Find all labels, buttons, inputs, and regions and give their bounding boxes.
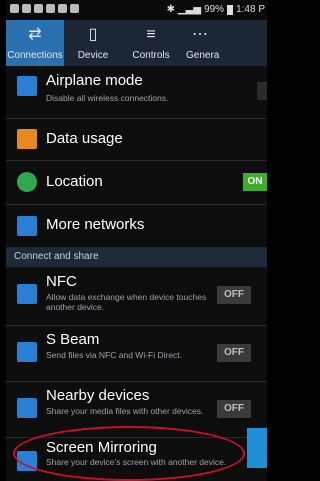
system-icons: ✱ ▁▃▅ 99% 1:48 P [167, 4, 265, 15]
screen-mirroring-icon [17, 451, 37, 471]
more-dots-icon: ⋯ [192, 26, 208, 43]
item-title: Location [46, 173, 103, 190]
tab-label: Connections [7, 50, 63, 61]
nfc-toggle[interactable]: OFF [217, 286, 251, 304]
list-item-location[interactable]: Location ON [6, 160, 267, 205]
item-title: S Beam [46, 331, 100, 348]
list-item-nfc[interactable]: NFC Allow data exchange when device touc… [6, 267, 267, 326]
nfc-icon [17, 284, 37, 304]
item-title: Nearby devices [46, 387, 150, 404]
chat-icon [22, 4, 31, 13]
item-subtitle: Allow data exchange when device touches … [46, 292, 207, 312]
list-item-s-beam[interactable]: S Beam Send files via NFC and Wi-Fi Dire… [6, 325, 267, 382]
tab-controls[interactable]: ≡ Controls [122, 20, 180, 66]
phone-icon: ▯ [88, 26, 98, 43]
notification-icons [10, 4, 79, 13]
item-title: NFC [46, 273, 77, 290]
airplane-icon [17, 76, 37, 96]
list-item-airplane-mode[interactable]: Airplane mode Disable all wireless conne… [6, 66, 267, 119]
item-title: More networks [46, 216, 145, 233]
download-icon [70, 4, 79, 13]
item-title: Screen Mirroring [46, 439, 157, 456]
s-beam-toggle[interactable]: OFF [217, 344, 251, 362]
battery-icon [227, 4, 234, 15]
toggle-switch[interactable] [257, 82, 267, 100]
voicemail-icon [46, 4, 55, 13]
list-item-nearby-devices[interactable]: Nearby devices Share your media files wi… [6, 381, 267, 438]
bluetooth-icon: ✱ [166, 4, 175, 15]
item-subtitle: Send files via NFC and Wi-Fi Direct. [46, 350, 183, 360]
list-item-data-usage[interactable]: Data usage [6, 118, 267, 161]
settings-tab-bar: ⇄ Connections ▯ Device ≡ Controls ⋯ Gene… [6, 20, 267, 66]
tab-device[interactable]: ▯ Device [64, 20, 122, 66]
tab-label: Device [77, 50, 109, 61]
warning-icon [34, 4, 43, 13]
more-dots-icon [17, 216, 37, 236]
tab-connections[interactable]: ⇄ Connections [6, 20, 64, 66]
list-item-more-networks[interactable]: More networks [6, 204, 267, 248]
tab-label: Genera [186, 50, 220, 61]
item-subtitle: Disable all wireless connections. [46, 93, 169, 103]
tab-label: Controls [132, 50, 170, 61]
signal-icon: ▁▃▅ [177, 4, 202, 15]
battery-percent: 99% [204, 4, 225, 15]
connections-icon: ⇄ [28, 26, 42, 43]
list-item-screen-mirroring[interactable]: Screen Mirroring Share your device's scr… [6, 437, 267, 481]
item-subtitle: Share your device's screen with another … [46, 457, 227, 467]
bar-chart-icon [17, 129, 37, 149]
message-icon [10, 4, 19, 13]
section-header: Connect and share [6, 247, 267, 267]
nearby-devices-icon [17, 398, 37, 418]
sliders-icon: ≡ [146, 26, 156, 43]
tab-general[interactable]: ⋯ Genera [180, 20, 220, 66]
settings-list: Airplane mode Disable all wireless conne… [6, 66, 267, 481]
nearby-devices-toggle[interactable]: OFF [217, 400, 251, 418]
location-toggle[interactable]: ON [243, 173, 267, 191]
mirroring-app-icon [247, 428, 267, 468]
item-subtitle: Share your media files with other device… [46, 406, 204, 416]
email-icon [58, 4, 67, 13]
clock: 1:48 P [236, 4, 265, 15]
location-icon [17, 172, 37, 192]
item-title: Data usage [46, 130, 123, 147]
item-title: Airplane mode [46, 72, 143, 89]
s-beam-icon [17, 342, 37, 362]
phone-screen: ✱ ▁▃▅ 99% 1:48 P ⇄ Connections ▯ Device … [0, 0, 267, 481]
status-bar: ✱ ▁▃▅ 99% 1:48 P [6, 0, 267, 20]
